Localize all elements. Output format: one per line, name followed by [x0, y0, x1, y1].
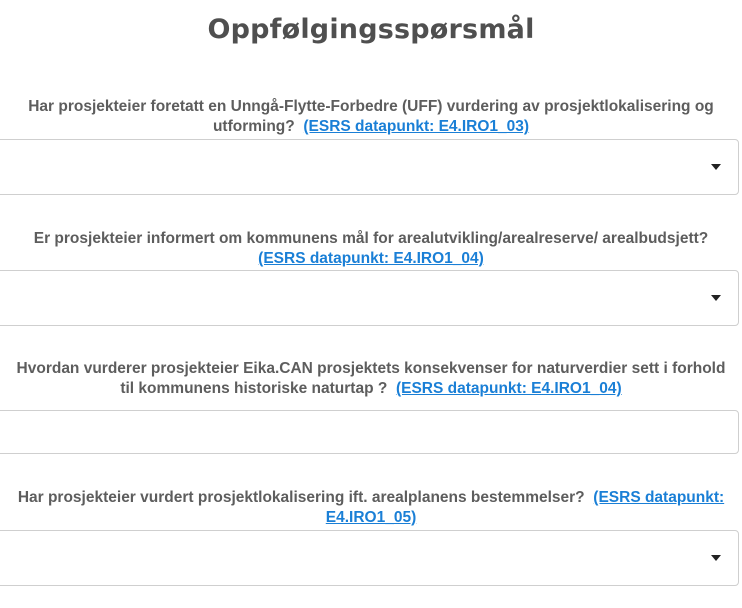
question-3-text-input[interactable] — [0, 410, 739, 454]
page-title: Oppfølgingsspørsmål — [207, 14, 535, 45]
question-2-text-line1: Er prosjekteier informert om kommunens m… — [33, 230, 709, 247]
question-4-esrs-link-part2[interactable]: E4.IRO1_05) — [326, 509, 416, 526]
question-3-text-line2: til kommunens historiske naturtap ? — [120, 380, 388, 397]
question-1-esrs-link[interactable]: (ESRS datapunkt: E4.IRO1_03) — [303, 118, 529, 135]
chevron-down-icon — [711, 295, 721, 301]
question-4-text-line1: Har prosjekteier vurdert prosjektlokalis… — [17, 489, 585, 506]
question-3-esrs-link[interactable]: (ESRS datapunkt: E4.IRO1_04) — [396, 380, 622, 397]
question-4-select[interactable] — [0, 530, 739, 586]
question-2-label: Er prosjekteier informert om kommunens m… — [0, 229, 742, 269]
question-1-text-line1: Har prosjekteier foretatt en Unngå-Flytt… — [28, 98, 714, 115]
question-2-esrs-link[interactable]: (ESRS datapunkt: E4.IRO1_04) — [258, 250, 484, 267]
chevron-down-icon — [711, 555, 721, 561]
question-1-text-line2: utforming? — [212, 118, 295, 135]
question-2-select[interactable] — [0, 270, 739, 326]
question-4-esrs-link-part1[interactable]: (ESRS datapunkt: — [593, 489, 724, 506]
question-4-label: Har prosjekteier vurdert prosjektlokalis… — [0, 488, 742, 528]
chevron-down-icon — [711, 164, 721, 170]
question-1-label: Har prosjekteier foretatt en Unngå-Flytt… — [0, 97, 742, 137]
question-3-label: Hvordan vurderer prosjekteier Eika.CAN p… — [0, 359, 742, 399]
question-3-text-line1: Hvordan vurderer prosjekteier Eika.CAN p… — [16, 360, 726, 377]
question-1-select[interactable] — [0, 139, 739, 195]
